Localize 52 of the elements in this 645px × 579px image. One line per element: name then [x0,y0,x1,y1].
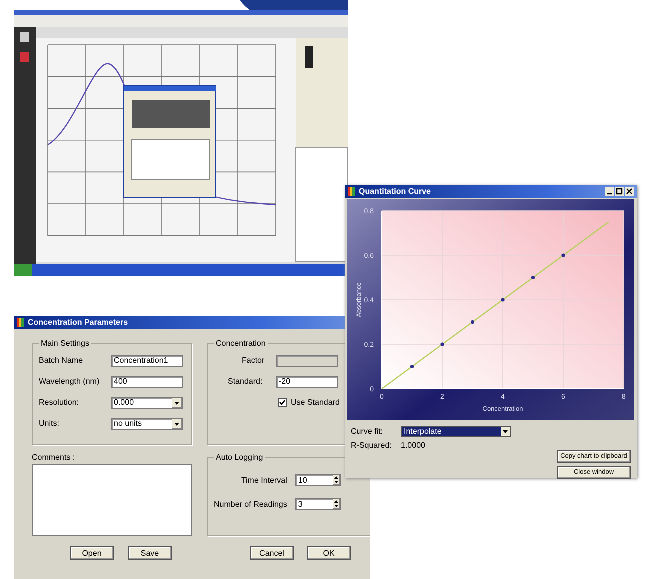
minimize-icon[interactable] [605,187,614,196]
close-icon[interactable] [625,187,634,196]
checkbox[interactable] [278,398,287,406]
spin-arrows-icon [333,499,340,509]
spin-value: 10 [298,476,308,484]
group-title: Main Settings [40,339,90,348]
data-point [531,276,536,280]
maximize-icon[interactable] [615,187,624,196]
spin-field[interactable]: 10 [295,474,342,486]
field-label: Number of Readings [214,500,288,508]
dropdown[interactable]: 0.000 [111,396,183,408]
dropdown[interactable]: no units [111,418,183,430]
field-label: Standard: [227,377,264,386]
spin-field[interactable]: 3 [295,498,342,510]
field-label: Factor [241,356,266,365]
data-point [470,320,475,324]
window-title: Quantitation Curve [359,187,432,196]
field-label: Wavelength (nm) [39,377,101,386]
text-field[interactable]: 400 [111,376,183,388]
text-field[interactable]: Concentration1 [111,354,183,366]
dialog-button[interactable]: Open [70,546,114,560]
dropdown-value: Interpolate [404,426,442,436]
data-point [410,364,414,369]
field-label: Units: [39,419,60,428]
data-point [440,342,444,346]
dropdown-arrow-icon [172,398,182,408]
field-label: Time Interval [240,476,288,484]
spin-arrows-icon [333,475,340,485]
dropdown-arrow-icon [172,418,182,428]
text-field[interactable]: -20 [276,376,338,388]
dropdown-value: 0.000 [114,398,134,407]
comments-field[interactable] [32,464,192,536]
data-point [501,298,505,302]
spin-value: 3 [298,500,303,508]
r-squared-value: 1.0000 [401,440,426,450]
dialog-button[interactable]: OK [307,546,351,560]
window-title: Concentration Parameters [28,318,128,327]
field-label: Resolution: [39,398,80,407]
app-logo-icon [17,318,24,327]
field-label: R-Squared: [351,440,393,450]
group-title: Concentration [215,339,267,348]
comments-label: Comments : [32,453,76,462]
field-label: Batch Name [39,356,84,365]
checkbox-label: Use Standard [291,398,340,406]
app-logo-icon [348,187,355,196]
field-label: Curve fit: [351,426,384,436]
dropdown-value: no units [114,419,142,428]
curve-fit-dropdown[interactable]: Interpolate [401,426,511,436]
dialog-button[interactable]: Cancel [250,546,294,560]
data-point [562,254,566,258]
group-title: Auto Logging [215,453,264,462]
dialog-button[interactable]: Save [128,546,172,560]
